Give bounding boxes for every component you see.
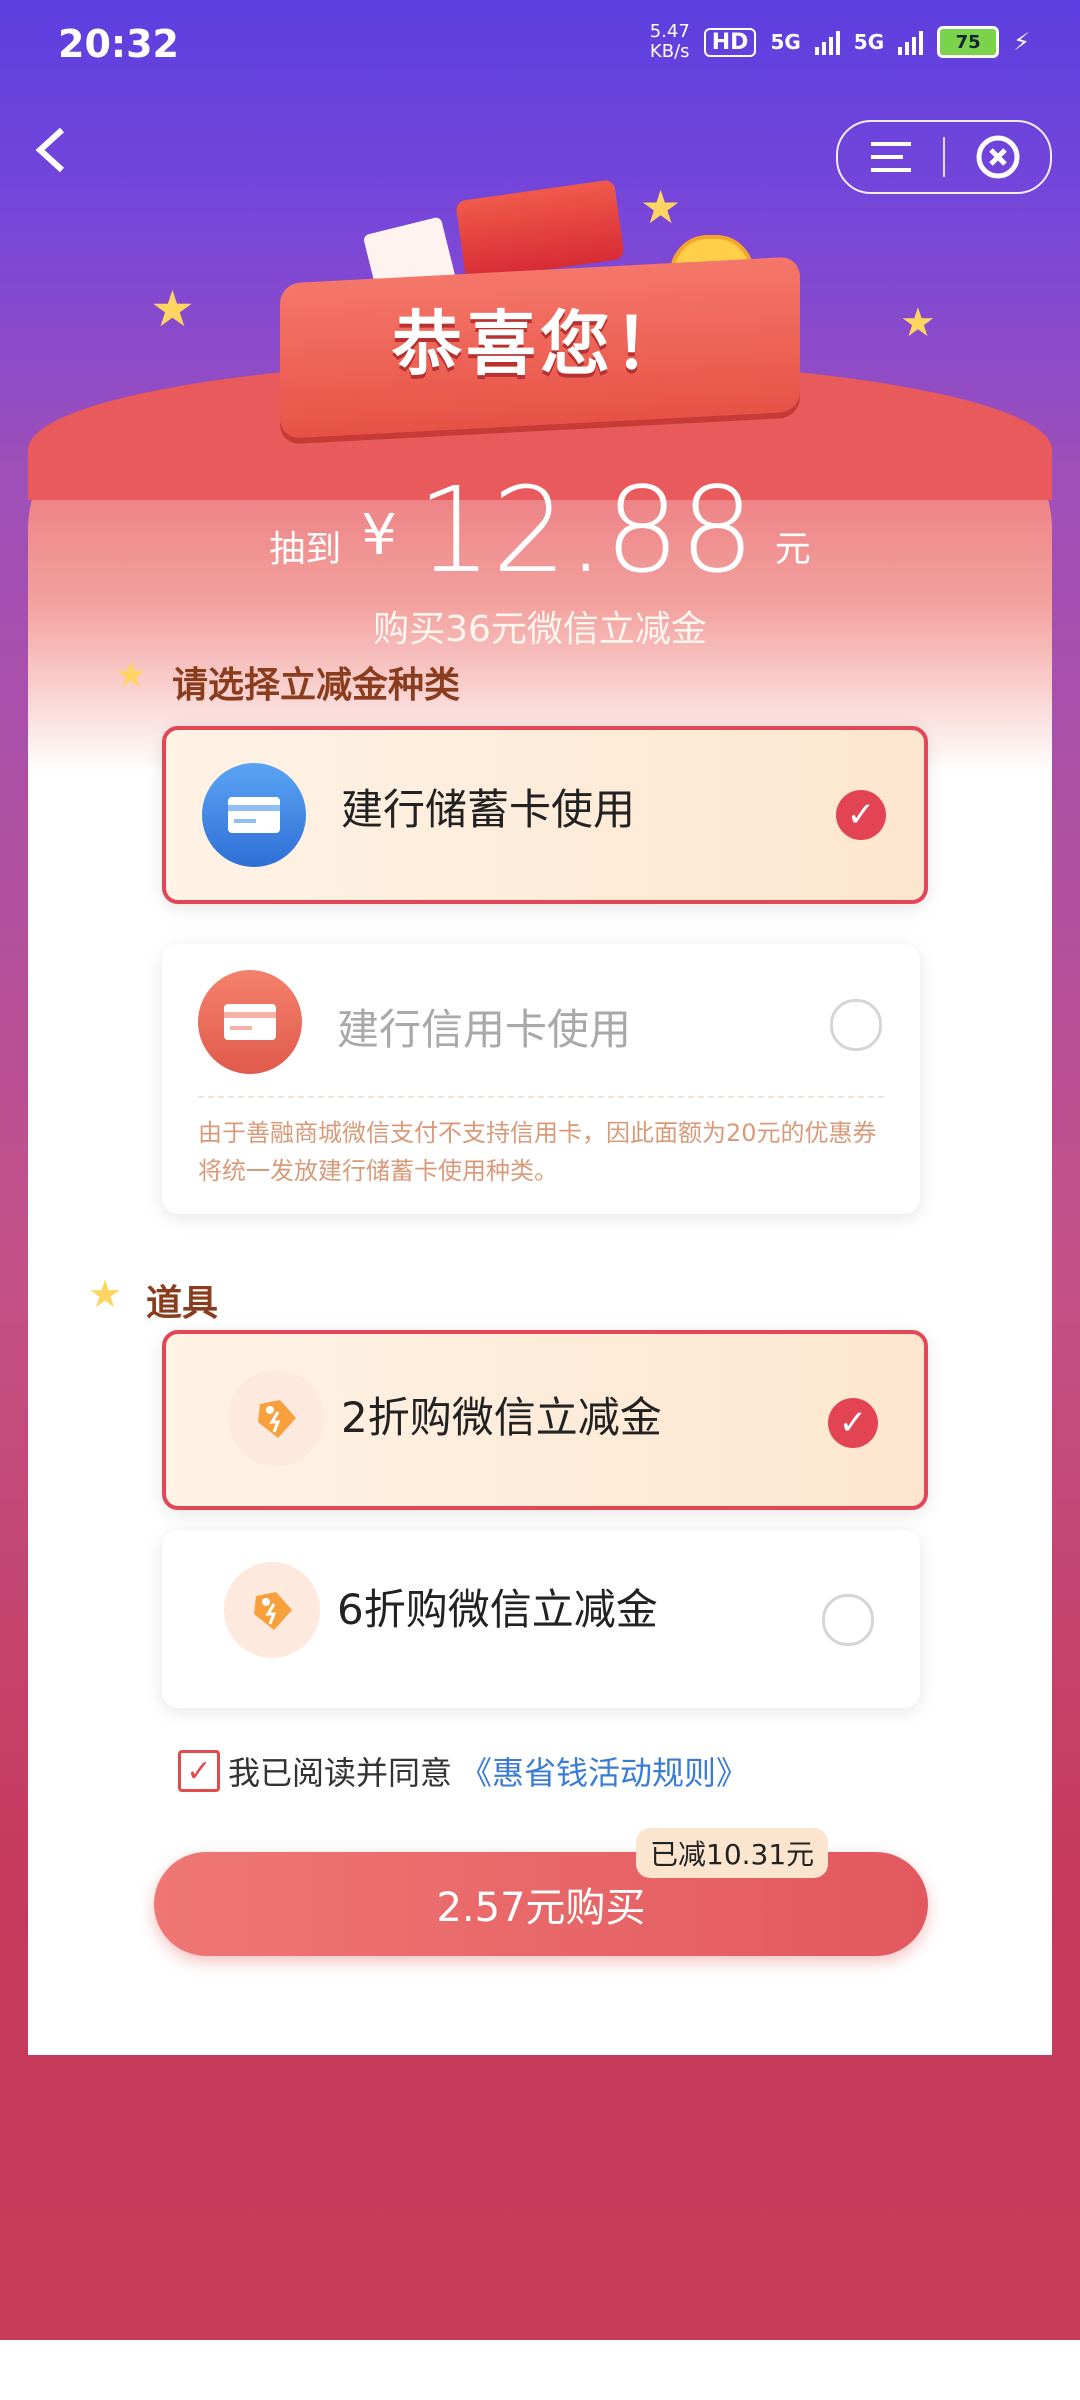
charging-icon: ⚡ bbox=[1013, 28, 1030, 56]
radio-unselected[interactable] bbox=[822, 1594, 874, 1646]
option-20-percent[interactable]: 2折购微信立减金 ✓ bbox=[162, 1330, 928, 1510]
star-icon: ★ bbox=[115, 655, 148, 696]
congrats-title: 恭喜您！ bbox=[392, 303, 688, 385]
chevron-left-icon bbox=[35, 127, 65, 173]
credit-card-icon bbox=[198, 970, 302, 1074]
close-button[interactable] bbox=[945, 134, 1050, 180]
option-label: 建行储蓄卡使用 bbox=[341, 785, 636, 834]
prize-unit: 元 bbox=[774, 529, 811, 570]
option-label: 建行信用卡使用 bbox=[337, 1005, 632, 1054]
status-icons: 5.47 KB/s HD 5G 5G 75 ⚡ bbox=[650, 22, 1030, 62]
discount-tag-icon bbox=[224, 1562, 320, 1658]
net-speed: 5.47 KB/s bbox=[649, 21, 690, 62]
prize-amount: 抽到 ¥ 12.88 元 bbox=[0, 470, 1080, 590]
checkmark-icon: ✓ bbox=[828, 1398, 878, 1448]
rules-link[interactable]: 《惠省钱活动规则》 bbox=[460, 1748, 748, 1794]
prize-subtitle: 购买36元微信立减金 bbox=[373, 609, 707, 650]
signal-icon bbox=[814, 29, 840, 55]
prize-label: 抽到 bbox=[269, 529, 342, 570]
option-label: 6折购微信立减金 bbox=[337, 1585, 658, 1634]
credit-card-note: 由于善融商城微信支付不支持信用卡，因此面额为20元的优惠券将统一发放建行储蓄卡使… bbox=[198, 1096, 884, 1190]
discount-badge: 已减10.31元 bbox=[636, 1828, 829, 1878]
radio-unselected[interactable] bbox=[830, 999, 882, 1051]
hd-icon: HD bbox=[703, 27, 757, 57]
sim2-label: 5G bbox=[853, 30, 885, 54]
section-title-props: 道具 bbox=[146, 1283, 219, 1324]
section-title-card-type: 请选择立减金种类 bbox=[172, 665, 461, 706]
agreement-text: 我已阅读并同意 bbox=[228, 1754, 453, 1792]
option-debit-card[interactable]: 建行储蓄卡使用 ✓ bbox=[162, 726, 928, 904]
mini-program-capsule bbox=[836, 120, 1052, 194]
back-button[interactable] bbox=[30, 120, 90, 180]
star-icon: ★ bbox=[88, 1272, 123, 1316]
signal-icon bbox=[898, 29, 924, 55]
agreement-row: ✓ 我已阅读并同意 《惠省钱活动规则》 bbox=[178, 1748, 748, 1794]
sim1-label: 5G bbox=[770, 30, 801, 54]
option-credit-card[interactable]: 建行信用卡使用 由于善融商城微信支付不支持信用卡，因此面额为20元的优惠券将统一… bbox=[162, 944, 920, 1214]
menu-button[interactable] bbox=[838, 139, 943, 175]
prize-value: 12.88 bbox=[416, 461, 755, 599]
star-icon: ★ bbox=[640, 180, 682, 234]
status-time: 20:32 bbox=[58, 22, 179, 66]
discount-tag-icon bbox=[228, 1370, 324, 1466]
currency-symbol: ¥ bbox=[361, 503, 397, 568]
option-label: 2折购微信立减金 bbox=[341, 1393, 662, 1442]
debit-card-icon bbox=[202, 763, 306, 867]
agreement-checkbox[interactable]: ✓ bbox=[178, 1750, 220, 1792]
checkmark-icon: ✓ bbox=[836, 790, 886, 840]
option-60-percent[interactable]: 6折购微信立减金 bbox=[162, 1530, 920, 1708]
close-icon bbox=[976, 135, 1019, 179]
menu-icon bbox=[870, 142, 911, 172]
battery-icon: 75 bbox=[937, 26, 1000, 58]
